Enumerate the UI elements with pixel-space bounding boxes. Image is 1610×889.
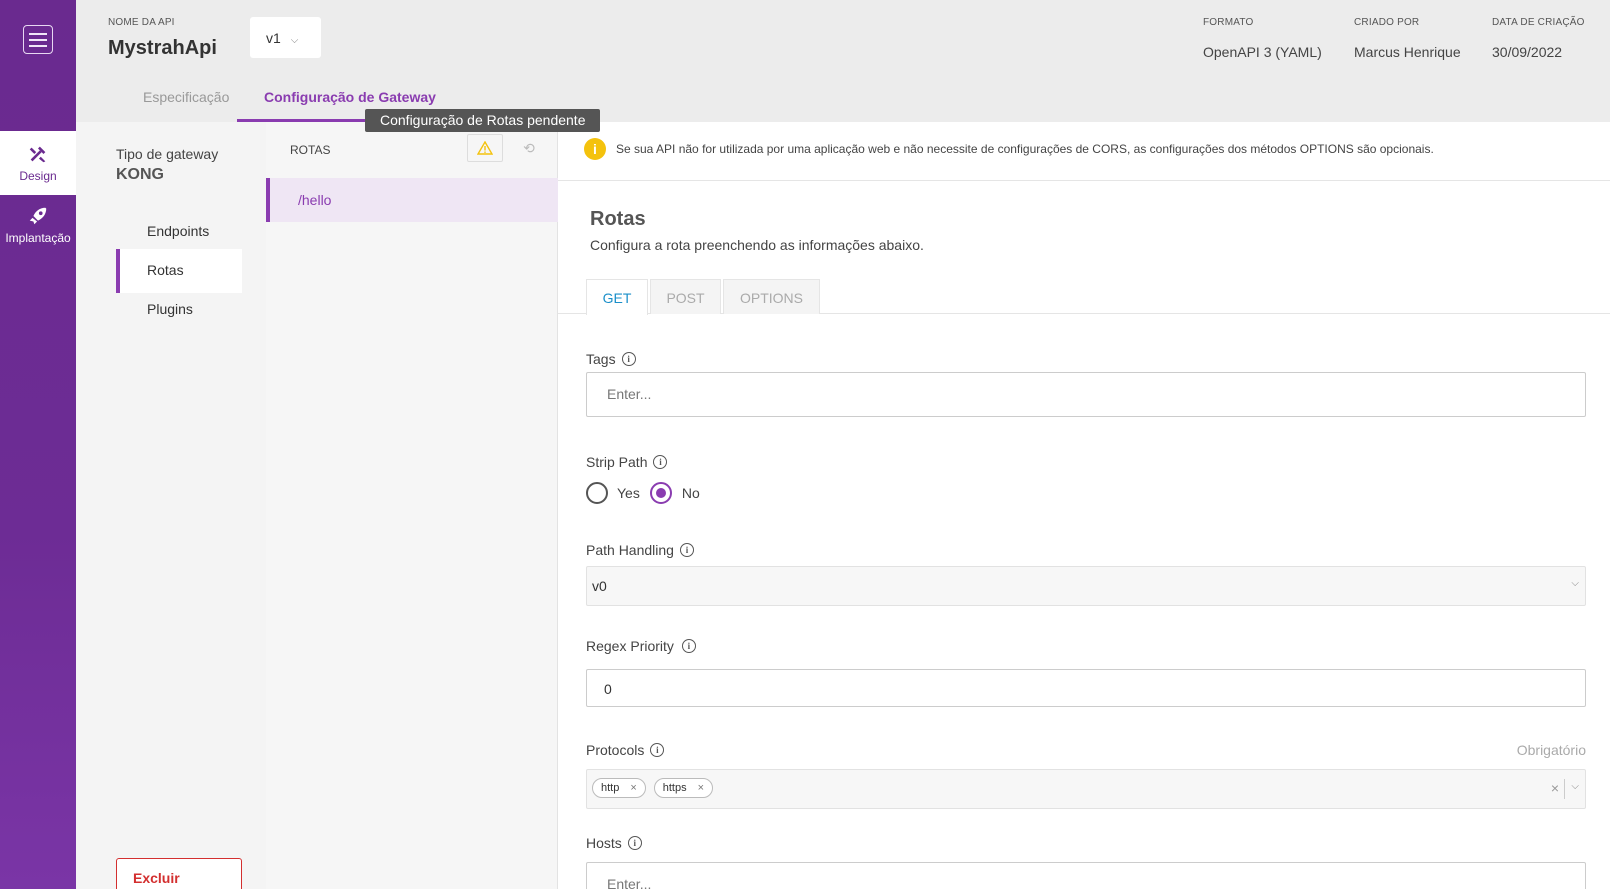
protocols-label: Protocols i <box>586 742 665 758</box>
info-icon[interactable]: i <box>681 639 696 653</box>
hosts-label: Hosts i <box>586 835 642 851</box>
strip-path-radios: Yes No <box>586 482 700 504</box>
created-by-value: Marcus Henrique <box>1354 44 1461 60</box>
gateway-type-label: Tipo de gateway <box>116 146 219 162</box>
info-icon[interactable]: i <box>627 836 642 850</box>
protocols-label-text: Protocols <box>586 742 645 758</box>
strip-path-label: Strip Path i <box>586 454 668 470</box>
app-rail: Design Implantação <box>0 0 76 889</box>
rail-item-label: Design <box>19 169 57 183</box>
tags-label-text: Tags <box>586 351 616 367</box>
regex-priority-value: 0 <box>604 681 612 697</box>
remove-chip-icon[interactable]: × <box>698 782 704 794</box>
gateway-item-endpoints[interactable]: Endpoints <box>116 210 242 254</box>
protocols-multiselect[interactable]: http × https × × ⌵ <box>586 769 1586 809</box>
strip-path-yes-label: Yes <box>617 485 640 501</box>
format-label: FORMATO <box>1203 17 1254 28</box>
notice-text: Se sua API não for utilizada por uma apl… <box>616 142 1434 156</box>
gateway-item-plugins[interactable]: Plugins <box>116 288 242 332</box>
chevron-down-icon: ⌵ <box>1571 578 1579 589</box>
divider <box>1564 779 1565 799</box>
routes-heading: ROTAS <box>290 143 331 157</box>
version-value: v1 <box>266 30 281 46</box>
path-handling-label: Path Handling i <box>586 542 694 558</box>
method-tabs: GET POST OPTIONS <box>558 279 1610 315</box>
warning-icon <box>477 141 493 155</box>
path-handling-value: v0 <box>592 578 607 594</box>
created-by-label: CRIADO POR <box>1354 17 1420 28</box>
warning-button[interactable] <box>467 134 503 162</box>
version-select[interactable]: v1 ⌵ <box>250 17 321 58</box>
hamburger-menu-icon[interactable] <box>23 25 53 54</box>
api-header: NOME DA API MystrahApi v1 ⌵ FORMATO Open… <box>76 0 1610 122</box>
rocket-icon <box>29 207 47 225</box>
info-icon[interactable]: i <box>621 352 636 366</box>
remove-chip-icon[interactable]: × <box>630 782 636 794</box>
created-date-value: 30/09/2022 <box>1492 44 1563 60</box>
protocol-chip-label: https <box>662 782 687 794</box>
hosts-label-text: Hosts <box>586 835 622 851</box>
info-icon[interactable]: i <box>650 743 665 757</box>
info-icon[interactable]: i <box>679 543 694 557</box>
info-icon: i <box>584 138 606 160</box>
api-name-label: NOME DA API <box>108 17 175 28</box>
protocol-chip-label: http <box>601 782 620 794</box>
hosts-input[interactable]: Enter... <box>586 862 1586 889</box>
tags-input[interactable]: Enter... <box>586 372 1586 417</box>
gateway-item-routes[interactable]: Rotas <box>116 249 242 293</box>
rail-item-design[interactable]: Design <box>0 131 76 195</box>
hosts-placeholder: Enter... <box>607 876 652 889</box>
strip-path-yes-radio[interactable] <box>586 482 608 504</box>
route-config-panel: i Se sua API não for utilizada por uma a… <box>558 122 1610 889</box>
tab-options[interactable]: OPTIONS <box>723 279 820 314</box>
protocol-chip: https × <box>653 778 714 798</box>
strip-path-label-text: Strip Path <box>586 454 648 470</box>
strip-path-no-label: No <box>681 485 700 501</box>
tab-gateway-config[interactable]: Configuração de Gateway <box>264 89 436 105</box>
route-item[interactable]: /hello <box>266 178 558 222</box>
regex-priority-label-text: Regex Priority <box>586 638 674 654</box>
routes-pending-tooltip: Configuração de Rotas pendente <box>365 109 601 132</box>
format-value: OpenAPI 3 (YAML) <box>1203 44 1322 60</box>
rail-item-label: Implantação <box>5 231 71 245</box>
tags-placeholder: Enter... <box>607 386 652 402</box>
tags-label: Tags i <box>586 351 636 367</box>
cors-notice: i Se sua API não for utilizada por uma a… <box>558 122 1610 181</box>
tab-specification[interactable]: Especificação <box>143 89 229 105</box>
tab-get[interactable]: GET <box>586 279 648 315</box>
regex-priority-input[interactable]: 0 <box>586 669 1586 707</box>
strip-path-no-radio[interactable] <box>649 482 672 504</box>
path-handling-select[interactable]: v0 ⌵ <box>586 566 1586 606</box>
tab-post[interactable]: POST <box>650 279 721 314</box>
delete-button[interactable]: Excluir <box>116 858 242 889</box>
sync-icon[interactable]: ⟲ <box>511 134 547 162</box>
required-hint: Obrigatório <box>1516 742 1586 758</box>
protocol-chip: http × <box>592 778 646 798</box>
chevron-down-icon: ⌵ <box>1571 781 1579 792</box>
api-name: MystrahApi <box>108 37 217 59</box>
chevron-down-icon: ⌵ <box>290 35 299 46</box>
gateway-sidebar: Tipo de gateway KONG Endpoints Rotas Plu… <box>76 122 266 889</box>
info-icon[interactable]: i <box>653 455 668 469</box>
gateway-type-value: KONG <box>116 166 164 183</box>
section-subtitle: Configura a rota preenchendo as informaç… <box>590 237 924 253</box>
routes-panel: ROTAS ⟲ /hello <box>266 122 558 889</box>
created-date-label: DATA DE CRIAÇÃO <box>1492 17 1585 28</box>
rail-item-deploy[interactable]: Implantação <box>0 193 76 257</box>
section-title: Rotas <box>590 208 646 230</box>
path-handling-label-text: Path Handling <box>586 542 674 558</box>
regex-priority-label: Regex Priority i <box>586 638 696 654</box>
clear-all-icon[interactable]: × <box>1551 780 1559 796</box>
design-tools-icon <box>29 146 46 163</box>
